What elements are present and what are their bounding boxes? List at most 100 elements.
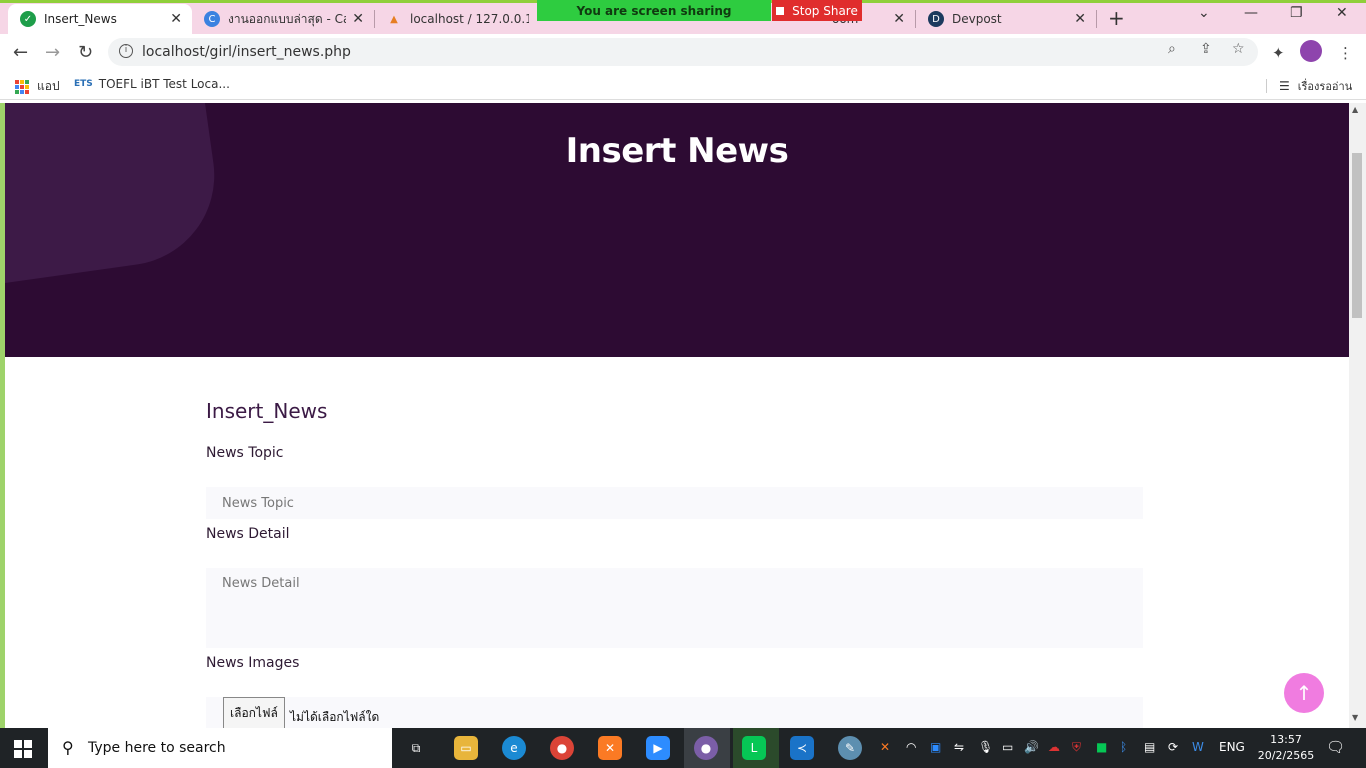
file-explorer-icon[interactable]: ▭ — [454, 736, 478, 760]
xampp-icon[interactable]: ✕ — [598, 736, 622, 760]
zoom-tray-icon[interactable]: ▣ — [930, 740, 941, 754]
clock[interactable]: 13:57 20/2/2565 — [1256, 732, 1316, 764]
choose-file-button[interactable]: เลือกไฟล์ — [223, 697, 285, 728]
sync-icon[interactable]: ⟳ — [1168, 740, 1178, 754]
word-tray-icon[interactable]: W — [1192, 740, 1204, 754]
tab-insert-news[interactable]: ✓ Insert_News ✕ — [8, 4, 192, 34]
extensions-icon[interactable]: ✦ — [1272, 44, 1285, 62]
new-tab-icon[interactable]: + — [1108, 6, 1125, 30]
search-icon: ⚲ — [62, 738, 74, 757]
reading-list[interactable]: ☰ เรื่องรออ่าน — [1266, 77, 1352, 95]
reading-list-label: เรื่องรออ่าน — [1297, 80, 1353, 93]
screen-share-status: You are screen sharing — [576, 3, 732, 18]
stop-share-label: Stop Share — [792, 3, 858, 18]
display-icon[interactable]: ▤ — [1144, 740, 1155, 754]
bookmark-toefl[interactable]: ETS TOEFL iBT Test Loca... — [74, 77, 230, 91]
bluetooth-icon[interactable]: ᛒ — [1120, 740, 1127, 754]
bookmark-label: แอป — [37, 79, 60, 93]
close-icon[interactable]: ✕ — [893, 11, 905, 27]
news-topic-input[interactable] — [206, 487, 1143, 519]
phpmyadmin-icon: ▲ — [390, 13, 398, 25]
language-indicator[interactable]: ENG — [1219, 740, 1245, 754]
tab-search-icon[interactable]: ⌄ — [1198, 5, 1210, 21]
detail-label: News Detail — [206, 526, 290, 542]
scrollbar-thumb[interactable] — [1352, 153, 1362, 318]
microphone-icon[interactable]: 🎙 — [978, 740, 993, 754]
reload-icon[interactable]: ↻ — [78, 42, 93, 63]
bookmarks-bar: แอป ETS TOEFL iBT Test Loca... ☰ เรื่องร… — [0, 70, 1366, 100]
url-text: localhost/girl/insert_news.php — [142, 44, 351, 60]
check-icon: ✓ — [20, 11, 36, 27]
file-status-text: ไม่ได้เลือกไฟล์ใด — [290, 710, 380, 724]
browser-toolbar: ← → ↻ i localhost/girl/insert_news.php ⌕… — [0, 34, 1366, 70]
page-content: Insert News Insert_News News Topic News … — [5, 103, 1349, 728]
stop-icon — [776, 6, 785, 15]
bookmark-star-icon[interactable]: ☆ — [1232, 41, 1245, 57]
network-tray-icon[interactable]: ⇋ — [954, 740, 964, 754]
search-placeholder: Type here to search — [88, 740, 226, 756]
devpost-icon: D — [928, 11, 944, 27]
line-icon[interactable]: L — [742, 736, 766, 760]
close-icon[interactable]: ✕ — [352, 11, 364, 27]
paint-icon[interactable]: ✎ — [838, 736, 862, 760]
tab-title: Devpost — [952, 12, 1002, 26]
clock-date: 20/2/2565 — [1257, 749, 1315, 762]
bookmark-apps[interactable]: แอป — [15, 77, 60, 96]
close-icon[interactable]: ✕ — [1074, 11, 1086, 27]
form-title: Insert_News — [206, 399, 328, 423]
forward-icon[interactable]: → — [45, 42, 60, 63]
stop-share-button[interactable]: Stop Share — [772, 0, 862, 21]
task-view-icon[interactable]: ⧉ — [404, 736, 428, 760]
tab-title: localhost / 127.0.0.1 / — [410, 12, 529, 26]
wifi-icon[interactable]: ◠ — [906, 740, 916, 754]
bookmark-label: TOEFL iBT Test Loca... — [98, 77, 230, 91]
vscode-icon[interactable]: ≺ — [790, 736, 814, 760]
window-close-icon[interactable]: ✕ — [1336, 5, 1348, 21]
menu-icon[interactable]: ⋮ — [1338, 44, 1353, 62]
images-label: News Images — [206, 655, 300, 671]
tab-devpost[interactable]: D Devpost ✕ — [916, 4, 1096, 34]
minimize-icon[interactable]: — — [1244, 5, 1258, 21]
zoom-app-icon[interactable]: ▶ — [646, 736, 670, 760]
taskbar: ⚲ Type here to search ⧉ ▭ e ● ✕ ▶ ● L ≺ … — [0, 728, 1366, 768]
tab-title: Insert_News — [44, 12, 117, 26]
back-icon[interactable]: ← — [13, 42, 28, 63]
news-images-field: เลือกไฟล์ ไม่ได้เลือกไฟล์ใด — [206, 697, 1143, 728]
scroll-down-icon[interactable]: ▼ — [1352, 713, 1358, 722]
canva-icon: C — [204, 11, 220, 27]
apps-grid-icon — [15, 79, 29, 94]
tab-canva[interactable]: C งานออกแบบล่าสุด - Canva ✕ — [192, 4, 374, 34]
tab-separator — [1096, 10, 1097, 28]
volume-icon[interactable]: 🔊 — [1024, 740, 1039, 754]
scroll-to-top-button[interactable]: ↑ — [1284, 673, 1324, 713]
defender-icon[interactable]: ⛨ — [1072, 740, 1081, 755]
restore-icon[interactable]: ❐ — [1290, 5, 1303, 21]
profile-avatar[interactable] — [1300, 40, 1322, 62]
battery-icon[interactable]: ▭ — [1002, 740, 1013, 754]
site-info-icon[interactable]: i — [119, 44, 133, 58]
ets-icon: ETS — [74, 79, 93, 89]
arrow-up-icon: ↑ — [1295, 681, 1313, 705]
hero-title: Insert News — [565, 131, 789, 171]
hero-banner: Insert News — [5, 103, 1349, 357]
news-detail-textarea[interactable] — [206, 568, 1143, 648]
zoom-icon[interactable]: ⌕ — [1168, 41, 1176, 57]
edge-icon[interactable]: e — [502, 736, 526, 760]
scroll-up-icon[interactable]: ▲ — [1352, 105, 1358, 114]
notification-icon[interactable]: 🗨 — [1326, 738, 1345, 756]
reading-list-icon: ☰ — [1266, 79, 1290, 93]
windows-start-icon[interactable] — [14, 740, 32, 758]
line-tray-icon[interactable]: ■ — [1096, 740, 1107, 754]
chrome-profile-icon[interactable]: ● — [694, 736, 718, 760]
taskbar-search[interactable]: ⚲ Type here to search — [48, 728, 392, 768]
chrome-icon[interactable]: ● — [550, 736, 574, 760]
topic-label: News Topic — [206, 445, 284, 461]
address-bar[interactable]: i localhost/girl/insert_news.php — [108, 38, 1258, 66]
screen-share-banner: You are screen sharing — [537, 0, 771, 21]
xampp-tray-icon[interactable]: ✕ — [880, 740, 890, 754]
tab-title: งานออกแบบล่าสุด - Canva — [228, 11, 346, 26]
tab-phpmyadmin[interactable]: ▲ localhost / 127.0.0.1 / — [374, 4, 539, 34]
onedrive-error-icon[interactable]: ☁ — [1048, 740, 1060, 754]
close-icon[interactable]: ✕ — [170, 11, 182, 27]
share-icon[interactable]: ⇪ — [1200, 41, 1212, 57]
